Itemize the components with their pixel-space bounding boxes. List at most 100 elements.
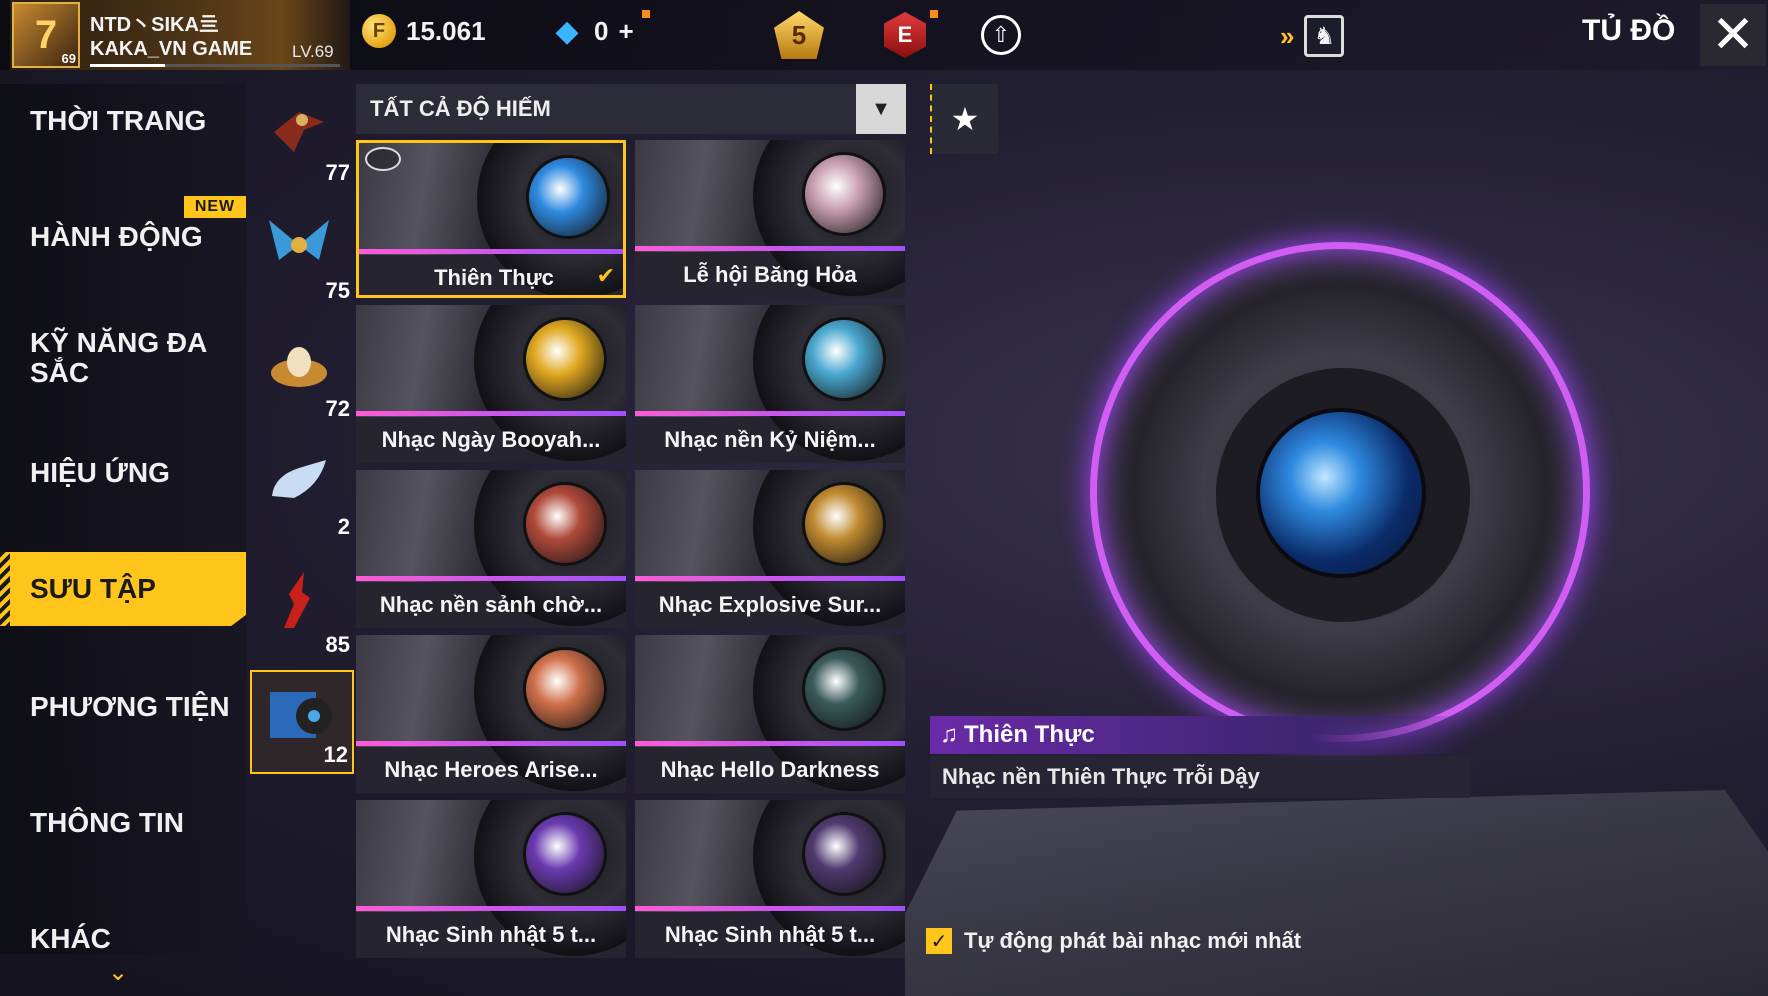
- nav-item-fashion[interactable]: THỜI TRANG: [0, 84, 246, 158]
- disc-cover-art: [802, 317, 886, 401]
- nav-item-color-skills[interactable]: KỸ NĂNG ĐA SẮC: [0, 318, 220, 398]
- card-name: Thiên Thực: [434, 265, 554, 290]
- music-disc-icon: [266, 678, 336, 748]
- disc-cover-art: [523, 647, 607, 731]
- music-card[interactable]: Lễ hội Băng Hỏa: [635, 140, 905, 298]
- preview-platform: [905, 790, 1768, 996]
- subcategory-count: 75: [325, 278, 350, 303]
- nav-item-effects[interactable]: HIỆU ỨNG: [0, 436, 246, 510]
- favorite-button[interactable]: ★: [930, 84, 998, 154]
- card-name: Nhạc Hello Darkness: [660, 757, 880, 782]
- autoplay-label: Tự động phát bài nhạc mới nhất: [964, 928, 1302, 953]
- music-note-icon: ♫: [940, 721, 958, 748]
- diamond-currency[interactable]: ◆ 0 +: [550, 14, 633, 48]
- autoplay-toggle[interactable]: ✓ Tự động phát bài nhạc mới nhất: [926, 928, 1301, 954]
- subcategory-count: 77: [325, 160, 350, 185]
- cloud-upload-icon: ⇧: [981, 15, 1021, 55]
- star-icon: ★: [950, 101, 980, 137]
- elite-badge-icon: E: [884, 12, 926, 58]
- rarity-stripe: [635, 906, 905, 911]
- subcategory-wings[interactable]: 75: [250, 204, 354, 308]
- player-guild: KAKA_VN GAME: [90, 38, 253, 60]
- nav-label: PHƯƠNG TIỆN: [30, 691, 230, 722]
- rarity-stripe: [356, 411, 626, 416]
- rarity-stripe: [635, 246, 905, 251]
- avatar-glyph: 7: [34, 12, 58, 57]
- nav-label: SƯU TẬP: [30, 573, 156, 604]
- music-card[interactable]: Nhạc nền sảnh chờ...: [356, 470, 626, 628]
- diamond-amount: 0: [594, 15, 609, 46]
- music-card[interactable]: Nhạc Hello Darkness: [635, 635, 905, 793]
- nav-item-collection[interactable]: SƯU TẬP: [0, 552, 246, 626]
- gold-currency[interactable]: F 15.061: [362, 14, 486, 48]
- rank-button[interactable]: 5: [772, 10, 826, 60]
- music-info-title: ♫ Thiên Thực: [930, 716, 1470, 754]
- red-crystal-icon: [264, 564, 334, 634]
- music-title: Thiên Thực: [964, 721, 1095, 748]
- music-card[interactable]: Nhạc Sinh nhật 5 t...: [356, 800, 626, 958]
- disc-cover-art: [802, 647, 886, 731]
- cloud-sync-button[interactable]: ⇧: [974, 10, 1028, 60]
- check-icon: ✔: [596, 263, 615, 288]
- music-card[interactable]: Nhạc Ngày Booyah...: [356, 305, 626, 463]
- rarity-stripe: [356, 741, 626, 746]
- disc-cover-art: [523, 812, 607, 896]
- subcategory-count: 12: [323, 742, 348, 767]
- subcategory-music[interactable]: 12: [250, 670, 354, 774]
- nav-label: THỜI TRANG: [30, 105, 207, 136]
- player-profile[interactable]: 7 69 NTD丶SIKA亖 KAKA_VN GAME LV.69: [10, 0, 350, 70]
- subcategory-count: 72: [325, 396, 350, 421]
- nav-item-vehicles[interactable]: PHƯƠNG TIỆN: [0, 670, 246, 744]
- music-card[interactable]: Nhạc Sinh nhật 5 t...: [635, 800, 905, 958]
- subcategory-crystal[interactable]: 85: [250, 558, 354, 662]
- character-portrait-icon: ♞: [1304, 15, 1345, 57]
- player-level: LV.69: [292, 42, 334, 61]
- double-chevron-icon: »: [1280, 20, 1295, 51]
- avatar[interactable]: 7 69: [12, 2, 80, 68]
- nav-label: HÀNH ĐỘNG: [30, 221, 203, 252]
- filter-label: TẤT CẢ ĐỘ HIẾM: [370, 96, 551, 121]
- music-card[interactable]: Thiên Thực ✔: [356, 140, 626, 298]
- diamond-add-button[interactable]: +: [618, 16, 633, 47]
- music-card[interactable]: Nhạc Explosive Sur...: [635, 470, 905, 628]
- notification-dot: [642, 10, 650, 18]
- subcategory-bird-emote[interactable]: 77: [250, 86, 354, 190]
- disc-cover-art: [523, 482, 607, 566]
- rarity-stripe: [635, 576, 905, 581]
- wings-icon: [264, 210, 334, 280]
- rarity-stripe: [635, 741, 905, 746]
- page-title: TỦ ĐỒ: [1582, 14, 1676, 47]
- diamond-icon: ◆: [555, 14, 579, 48]
- cloud-feather-icon: [264, 446, 334, 516]
- card-name: Nhạc nền sảnh chờ...: [379, 592, 603, 617]
- subcategory-nest[interactable]: 72: [250, 322, 354, 426]
- chevron-down-icon[interactable]: ⌄: [108, 958, 128, 987]
- nav-label: KHÁC: [30, 923, 111, 954]
- character-switch-button[interactable]: » ♞: [1280, 14, 1380, 58]
- rarity-filter-dropdown[interactable]: TẤT CẢ ĐỘ HIẾM ▼: [356, 84, 906, 134]
- subcategory-count: 2: [337, 514, 350, 539]
- music-card[interactable]: Nhạc Heroes Arise...: [356, 635, 626, 793]
- preview-disc-art: [1256, 408, 1426, 578]
- disc-cover-art: [802, 482, 886, 566]
- chevron-down-icon[interactable]: ▼: [856, 84, 906, 134]
- music-card[interactable]: Nhạc nền Kỷ Niệm...: [635, 305, 905, 463]
- new-badge: NEW: [184, 196, 246, 218]
- subcategory-count: 85: [325, 632, 350, 657]
- music-subtitle: Nhạc nền Thiên Thực Trỗi Dậy: [930, 756, 1470, 798]
- nav-label: HIỆU ỨNG: [30, 457, 170, 488]
- close-button[interactable]: ✕: [1700, 4, 1766, 66]
- rarity-stripe: [359, 249, 623, 254]
- elite-pass-button[interactable]: E: [878, 10, 932, 60]
- notification-dot: [930, 10, 938, 18]
- gold-coin-icon: F: [362, 14, 396, 48]
- card-name: Nhạc Ngày Booyah...: [381, 427, 601, 452]
- subcategory-cloud[interactable]: 2: [250, 440, 354, 544]
- disc-cover-art: [526, 155, 610, 239]
- nav-item-info[interactable]: THÔNG TIN: [0, 786, 246, 860]
- avatar-level: 69: [61, 51, 76, 66]
- disc-cover-art: [802, 152, 886, 236]
- card-name: Lễ hội Băng Hỏa: [683, 262, 857, 287]
- card-name: Nhạc Heroes Arise...: [384, 757, 598, 782]
- autoplay-checkbox[interactable]: ✓: [926, 928, 952, 954]
